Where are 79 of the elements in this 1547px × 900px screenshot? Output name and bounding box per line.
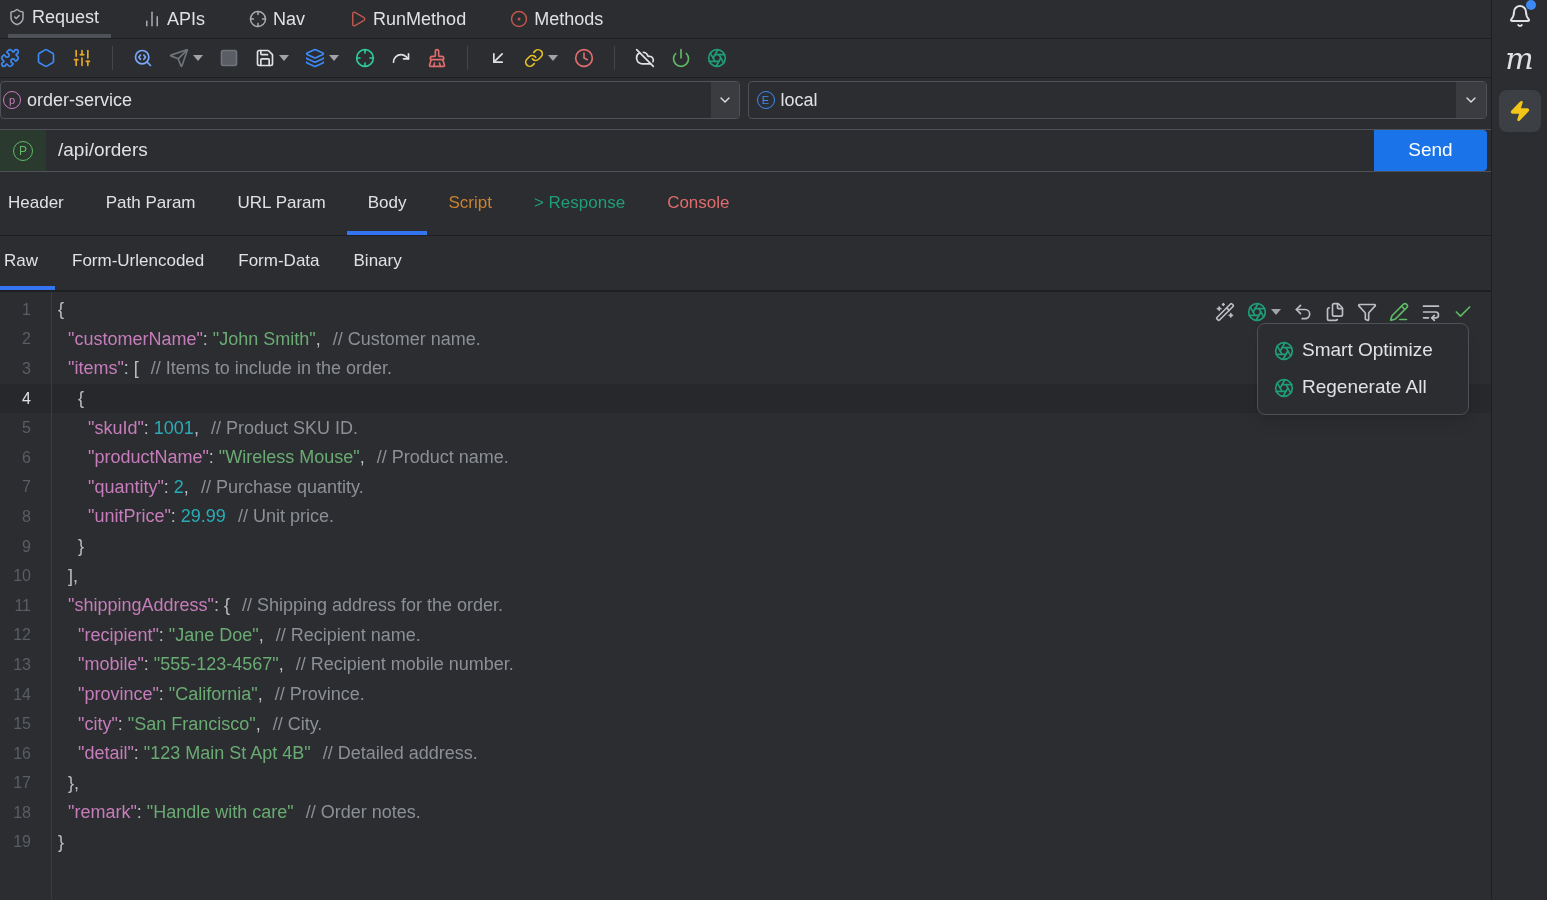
sliders-icon[interactable] <box>72 48 92 68</box>
caret-icon[interactable] <box>329 55 339 61</box>
puzzle-icon[interactable] <box>0 48 20 68</box>
caret-icon[interactable] <box>279 55 289 61</box>
power-icon[interactable] <box>671 48 691 68</box>
code-line: }, <box>68 771 79 795</box>
top-tab[interactable]: Request <box>8 0 112 38</box>
pencil-icon[interactable] <box>1389 302 1409 322</box>
code-line: "items": [ // Items to include in the order. <box>68 357 392 381</box>
shield-icon <box>8 8 26 26</box>
clock-icon[interactable] <box>574 48 594 68</box>
code-line: } <box>58 831 64 854</box>
code-line: "remark": "Handle with care" // Order notes. <box>68 801 421 825</box>
magic-wand-icon[interactable] <box>1215 302 1235 322</box>
menu-item[interactable]: Regenerate All <box>1258 369 1468 406</box>
editor-tab[interactable]: Header <box>0 174 85 235</box>
logo-letter[interactable]: m <box>1505 44 1534 74</box>
bell-icon[interactable] <box>1507 4 1532 28</box>
code-line: "quantity": 2, // Purchase quantity. <box>88 475 364 499</box>
cloud-off-icon[interactable] <box>635 48 655 68</box>
top-tab[interactable]: RunMethod <box>349 0 479 38</box>
swirl-icon <box>1274 340 1294 361</box>
play-icon <box>349 10 368 28</box>
editor-tab[interactable]: Console <box>646 174 751 235</box>
format-tab[interactable]: Binary <box>336 236 419 290</box>
line-number: 4 <box>0 383 51 414</box>
code-line: "recipient": "Jane Doe", // Recipient name. <box>78 623 421 647</box>
hexagon-icon[interactable] <box>36 48 56 68</box>
save-icon[interactable] <box>255 48 275 68</box>
code-line: "shippingAddress": { // Shipping address for the order. <box>68 594 504 618</box>
send-button[interactable]: Send <box>1374 130 1487 171</box>
code-line: "skuId": 1001, // Product SKU ID. <box>88 416 358 440</box>
code-line: "city": "San Francisco", // City. <box>78 712 323 736</box>
caret-icon[interactable] <box>1271 309 1281 315</box>
circle-icon <box>510 10 529 28</box>
top-tab[interactable]: Nav <box>249 0 318 38</box>
bolt-icon <box>1508 100 1531 122</box>
caret-icon[interactable] <box>193 55 203 61</box>
code-line: "mobile": "555-123-4567", // Recipient mobile number. <box>78 653 514 677</box>
code-line: "province": "California", // Province. <box>78 683 365 706</box>
swirl-icon[interactable] <box>1247 302 1267 322</box>
code-line: { <box>58 298 64 322</box>
url-field[interactable]: /api/orders <box>46 130 1374 171</box>
swirl-icon[interactable] <box>707 48 727 68</box>
format-tab[interactable]: Raw <box>0 236 55 290</box>
editor-tab[interactable]: Body <box>346 174 428 235</box>
layers-icon[interactable] <box>305 48 325 68</box>
top-tab[interactable]: Methods <box>510 0 616 38</box>
brush-icon[interactable] <box>427 48 447 68</box>
code-line: "customerName": "John Smith", // Customer name. <box>68 327 481 351</box>
format-tab[interactable]: Form-Urlencoded <box>55 236 222 290</box>
code-line: { <box>78 387 84 411</box>
search-icon[interactable] <box>133 48 153 68</box>
wrap-icon[interactable] <box>1421 302 1441 322</box>
code-line: "productName": "Wireless Mouse", // Product name. <box>88 446 509 470</box>
code-line: ], <box>68 564 78 588</box>
editor-tab[interactable]: URL Param <box>216 174 347 235</box>
editor-tab[interactable]: > Response <box>512 174 647 235</box>
undo-icon[interactable] <box>1293 302 1313 322</box>
editor-tab[interactable]: Script <box>427 174 513 235</box>
caret-icon[interactable] <box>548 55 558 61</box>
environment-select[interactable]: E local <box>747 81 1487 119</box>
crosshair-icon[interactable] <box>355 48 375 68</box>
filter-icon[interactable] <box>1357 302 1377 322</box>
code-line: "detail": "123 Main St Apt 4B" // Detailed address. <box>78 742 478 766</box>
project-select[interactable]: p order-service <box>0 81 740 119</box>
menu-item[interactable]: Smart Optimize <box>1258 332 1468 369</box>
send-icon[interactable] <box>169 48 189 68</box>
format-tab[interactable]: Form-Data <box>221 236 337 290</box>
editor-tab[interactable]: Path Param <box>84 174 217 235</box>
crosshair-icon <box>249 10 268 28</box>
swirl-icon <box>1274 377 1294 398</box>
plugin-button[interactable] <box>1498 90 1541 132</box>
top-tab[interactable]: APIs <box>143 0 218 38</box>
copy-icon[interactable] <box>1325 302 1345 322</box>
code-line: } <box>78 535 84 559</box>
link-icon[interactable] <box>524 48 544 68</box>
code-line: "unitPrice": 29.99 // Unit price. <box>88 505 334 529</box>
stop-icon[interactable] <box>219 48 239 68</box>
